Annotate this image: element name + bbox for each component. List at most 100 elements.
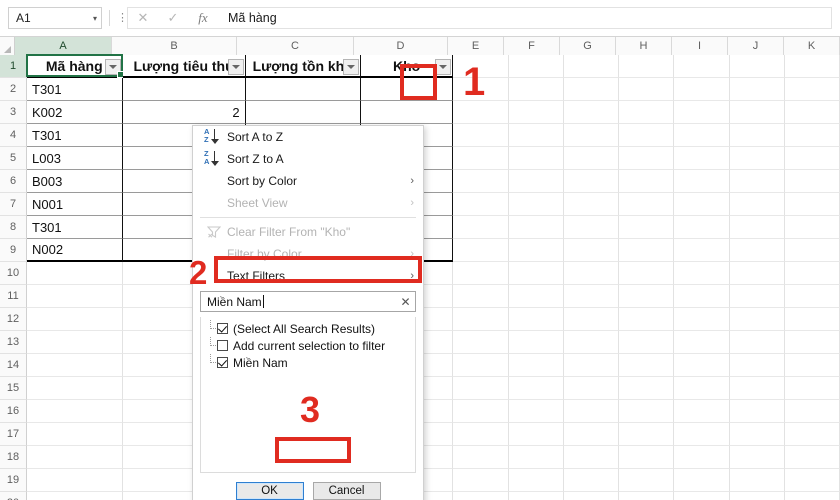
grid-cell[interactable]	[563, 193, 620, 216]
search-input[interactable]: Miền Nam ✕	[200, 291, 416, 312]
grid-cell[interactable]	[27, 285, 123, 308]
grid-cell[interactable]	[619, 446, 675, 469]
grid-cell[interactable]	[508, 216, 564, 239]
row-header-7[interactable]: 7	[0, 193, 27, 216]
grid-cell[interactable]	[27, 469, 123, 492]
ok-button[interactable]: OK	[235, 482, 304, 500]
checkbox[interactable]	[217, 340, 228, 351]
grid-cell[interactable]	[563, 423, 620, 446]
table-cell[interactable]: T301	[27, 124, 123, 147]
grid-cell[interactable]	[453, 147, 509, 170]
cancel-icon[interactable]: ✕	[128, 8, 158, 28]
row-header-15[interactable]: 15	[0, 377, 27, 400]
grid-cell[interactable]	[453, 492, 509, 500]
grid-cell[interactable]	[563, 262, 620, 285]
grid-cell[interactable]	[729, 170, 785, 193]
menu-item-sort-a-to-z[interactable]: A Z Sort A to Z	[193, 126, 423, 148]
grid-cell[interactable]	[563, 285, 620, 308]
grid-cell[interactable]	[563, 55, 620, 78]
row-header-4[interactable]: 4	[0, 124, 27, 147]
row-header-12[interactable]: 12	[0, 308, 27, 331]
grid-cell[interactable]	[563, 147, 620, 170]
grid-cell[interactable]	[508, 193, 564, 216]
grid-cell[interactable]	[453, 423, 509, 446]
filter-dropdown-icon-a[interactable]	[104, 59, 121, 75]
grid-cell[interactable]	[27, 492, 123, 500]
grid-cell[interactable]	[453, 400, 509, 423]
grid-cell[interactable]	[508, 354, 564, 377]
grid-cell[interactable]	[563, 216, 620, 239]
row-header-3[interactable]: 3	[0, 101, 27, 124]
grid-cell[interactable]	[453, 285, 509, 308]
grid-cell[interactable]	[563, 377, 620, 400]
grid-cell[interactable]	[784, 55, 840, 78]
filter-dropdown-icon-d[interactable]	[435, 59, 452, 75]
table-cell[interactable]	[122, 78, 246, 101]
grid-cell[interactable]	[453, 193, 509, 216]
grid-cell[interactable]	[674, 78, 730, 101]
grid-cell[interactable]	[508, 469, 564, 492]
grid-cell[interactable]	[674, 377, 730, 400]
filter-dropdown-icon-c[interactable]	[342, 59, 359, 75]
grid-cell[interactable]	[729, 308, 785, 331]
grid-cell[interactable]	[784, 124, 840, 147]
grid-cell[interactable]	[27, 354, 123, 377]
list-item[interactable]: (Select All Search Results)	[201, 320, 415, 337]
row-header-5[interactable]: 5	[0, 147, 27, 170]
name-box[interactable]: A1 ▾	[8, 7, 102, 29]
grid-cell[interactable]	[27, 377, 123, 400]
row-header-2[interactable]: 2	[0, 78, 27, 101]
grid-cell[interactable]	[508, 400, 564, 423]
grid-cell[interactable]	[563, 308, 620, 331]
table-cell[interactable]: T301	[27, 78, 123, 101]
column-header-g[interactable]: G	[560, 37, 616, 55]
grid-cell[interactable]	[784, 446, 840, 469]
grid-cell[interactable]	[674, 446, 730, 469]
grid-cell[interactable]	[453, 308, 509, 331]
grid-cell[interactable]	[729, 469, 785, 492]
list-item[interactable]: Miền Nam	[201, 354, 415, 371]
grid-cell[interactable]	[563, 170, 620, 193]
grid-cell[interactable]	[674, 285, 730, 308]
grid-cell[interactable]	[508, 308, 564, 331]
grid-cell[interactable]	[674, 147, 730, 170]
table-cell[interactable]: T301	[27, 216, 123, 239]
table-header-cell[interactable]: Lượng tiêu thụ	[122, 55, 246, 78]
grid-cell[interactable]	[674, 239, 730, 262]
grid-cell[interactable]	[729, 354, 785, 377]
row-header-18[interactable]: 18	[0, 446, 27, 469]
more-options-icon[interactable]: ⋮	[117, 13, 128, 24]
grid-cell[interactable]	[784, 193, 840, 216]
confirm-icon[interactable]: ✓	[158, 8, 188, 28]
grid-cell[interactable]	[784, 492, 840, 500]
grid-cell[interactable]	[674, 170, 730, 193]
grid-cell[interactable]	[508, 101, 564, 124]
grid-cell[interactable]	[508, 423, 564, 446]
grid-cell[interactable]	[619, 193, 675, 216]
grid-cell[interactable]	[729, 492, 785, 500]
table-cell[interactable]: N002	[27, 239, 123, 262]
grid-cell[interactable]	[453, 377, 509, 400]
grid-cell[interactable]	[674, 469, 730, 492]
grid-cell[interactable]	[729, 124, 785, 147]
grid-cell[interactable]	[729, 377, 785, 400]
chevron-down-icon[interactable]: ▾	[93, 14, 97, 23]
grid-cell[interactable]	[508, 331, 564, 354]
grid-cell[interactable]	[619, 262, 675, 285]
grid-cell[interactable]	[619, 55, 675, 78]
grid-cell[interactable]	[674, 262, 730, 285]
grid-cell[interactable]	[453, 216, 509, 239]
grid-cell[interactable]	[674, 216, 730, 239]
grid-cell[interactable]	[563, 446, 620, 469]
formula-input[interactable]: Mã hàng	[218, 7, 832, 29]
grid-cell[interactable]	[674, 101, 730, 124]
grid-cell[interactable]	[453, 446, 509, 469]
column-header-h[interactable]: H	[616, 37, 672, 55]
grid-cell[interactable]	[784, 147, 840, 170]
grid-cell[interactable]	[729, 446, 785, 469]
grid-cell[interactable]	[674, 423, 730, 446]
grid-cell[interactable]	[729, 147, 785, 170]
grid-cell[interactable]	[453, 170, 509, 193]
row-header-20[interactable]: 20	[0, 492, 27, 500]
grid-cell[interactable]	[674, 124, 730, 147]
